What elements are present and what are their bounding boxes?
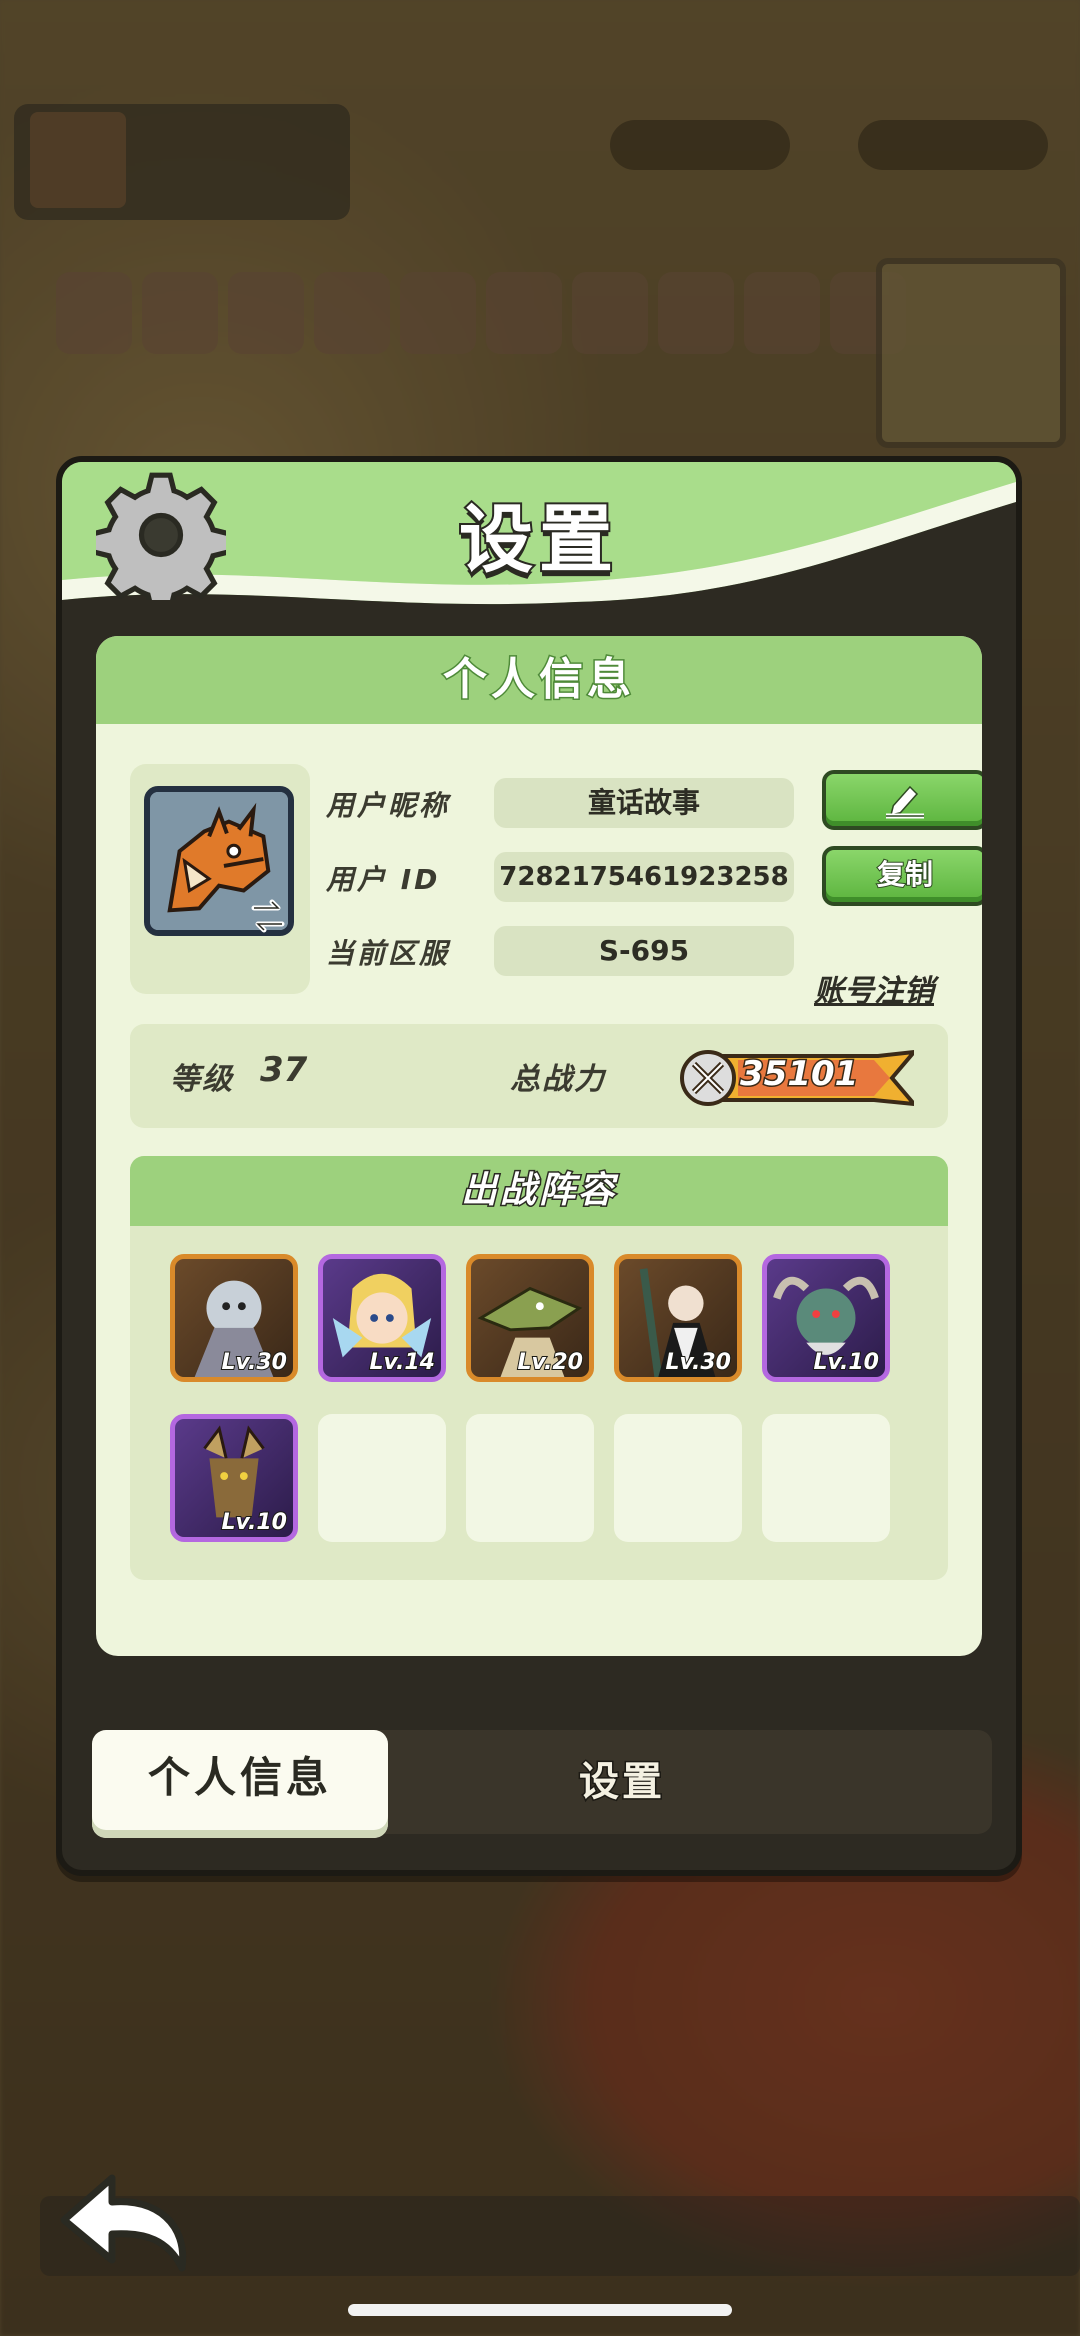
- tab-settings[interactable]: 设置: [472, 1730, 772, 1834]
- empty-slot[interactable]: [466, 1414, 594, 1542]
- empty-slot[interactable]: [762, 1414, 890, 1542]
- hero-slot-3[interactable]: Lv.20: [466, 1254, 594, 1382]
- user-id-label: 用户 ID: [326, 863, 441, 896]
- hero-level: Lv.30: [220, 1349, 288, 1376]
- level-value: 37: [260, 1050, 308, 1090]
- pencil-icon: [886, 785, 924, 819]
- hero-slot-4[interactable]: Lv.30: [614, 1254, 742, 1382]
- lineup-slots: Lv.30 Lv.14 Lv.20 Lv.30 Lv.10 Lv.10: [170, 1254, 890, 1542]
- hero-level: Lv.30: [664, 1349, 732, 1376]
- hero-slot-5[interactable]: Lv.10: [762, 1254, 890, 1382]
- empty-slot[interactable]: [318, 1414, 446, 1542]
- hero-level: Lv.14: [368, 1349, 436, 1376]
- hero-level: Lv.10: [812, 1349, 880, 1376]
- server-label: 当前区服: [326, 937, 451, 970]
- bottom-bar: [40, 2196, 1080, 2276]
- lineup-panel: 出战阵容 Lv.30 Lv.14 Lv.20 Lv.30 Lv.10 Lv.10: [130, 1156, 948, 1580]
- lineup-heading: 出战阵容: [130, 1156, 948, 1226]
- user-id-field: 7282175461923258: [494, 852, 794, 902]
- power-value: 35101: [738, 1053, 859, 1096]
- copy-id-button[interactable]: 复制: [822, 846, 982, 906]
- hero-slot-6[interactable]: Lv.10: [170, 1414, 298, 1542]
- cancel-account-link[interactable]: 账号注销: [814, 966, 934, 1010]
- level-label: 等级: [170, 1062, 234, 1097]
- card-heading: 个人信息: [96, 636, 982, 724]
- empty-slot[interactable]: [614, 1414, 742, 1542]
- edit-nickname-button[interactable]: [822, 770, 982, 830]
- nickname-field: 童话故事: [494, 778, 794, 828]
- hero-slot-1[interactable]: Lv.30: [170, 1254, 298, 1382]
- nickname-label: 用户昵称: [326, 789, 451, 822]
- tab-personal-info[interactable]: 个人信息: [92, 1730, 388, 1838]
- profile-avatar-panel: [130, 764, 310, 994]
- stats-panel: 等级 37 总战力 35101: [130, 1024, 948, 1128]
- back-arrow-icon[interactable]: [56, 2168, 196, 2278]
- swap-avatar-icon[interactable]: [248, 898, 288, 934]
- settings-dialog: 设置 个人信息 用户昵称 童话故事 用户 ID 7282175461923258…: [56, 456, 1022, 1876]
- power-label: 总战力: [510, 1062, 606, 1097]
- home-indicator[interactable]: [348, 2304, 732, 2316]
- server-field: S-695: [494, 926, 794, 976]
- personal-info-card: 个人信息 用户昵称 童话故事 用户 ID 7282175461923258 复制…: [96, 636, 982, 1656]
- hero-level: Lv.20: [516, 1349, 584, 1376]
- hero-slot-2[interactable]: Lv.14: [318, 1254, 446, 1382]
- gear-icon: [96, 472, 226, 600]
- dialog-tab-bar: 个人信息 设置: [92, 1730, 992, 1838]
- hero-level: Lv.10: [220, 1509, 288, 1536]
